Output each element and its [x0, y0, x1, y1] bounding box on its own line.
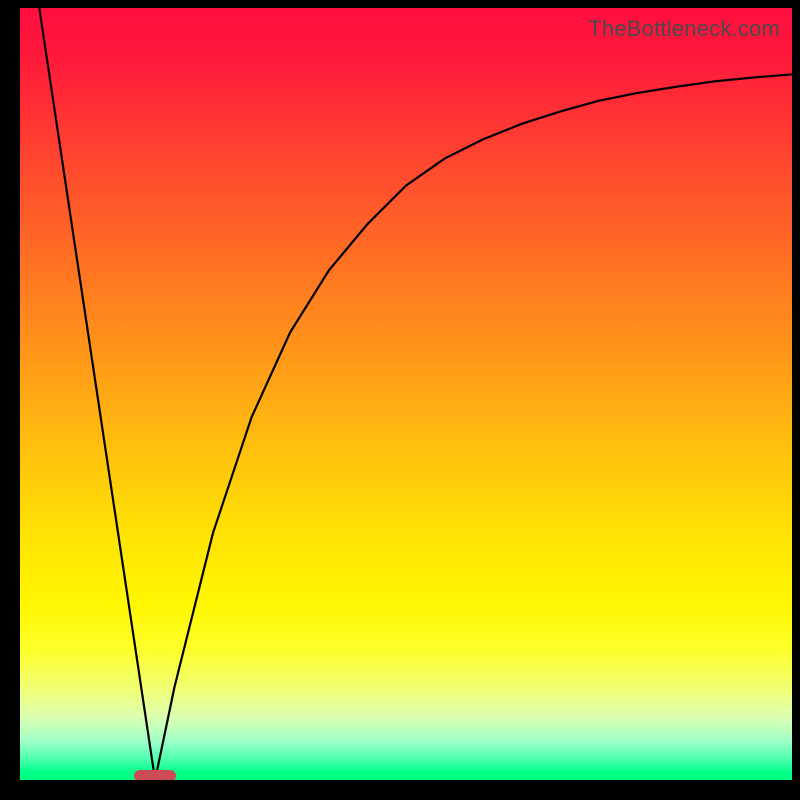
chart-frame: TheBottleneck.com	[0, 0, 800, 800]
curve-left-branch	[39, 8, 155, 780]
curve-right-branch	[155, 74, 792, 780]
plot-area: TheBottleneck.com	[20, 8, 792, 780]
optimal-marker	[134, 770, 176, 780]
bottleneck-curve	[20, 8, 792, 780]
